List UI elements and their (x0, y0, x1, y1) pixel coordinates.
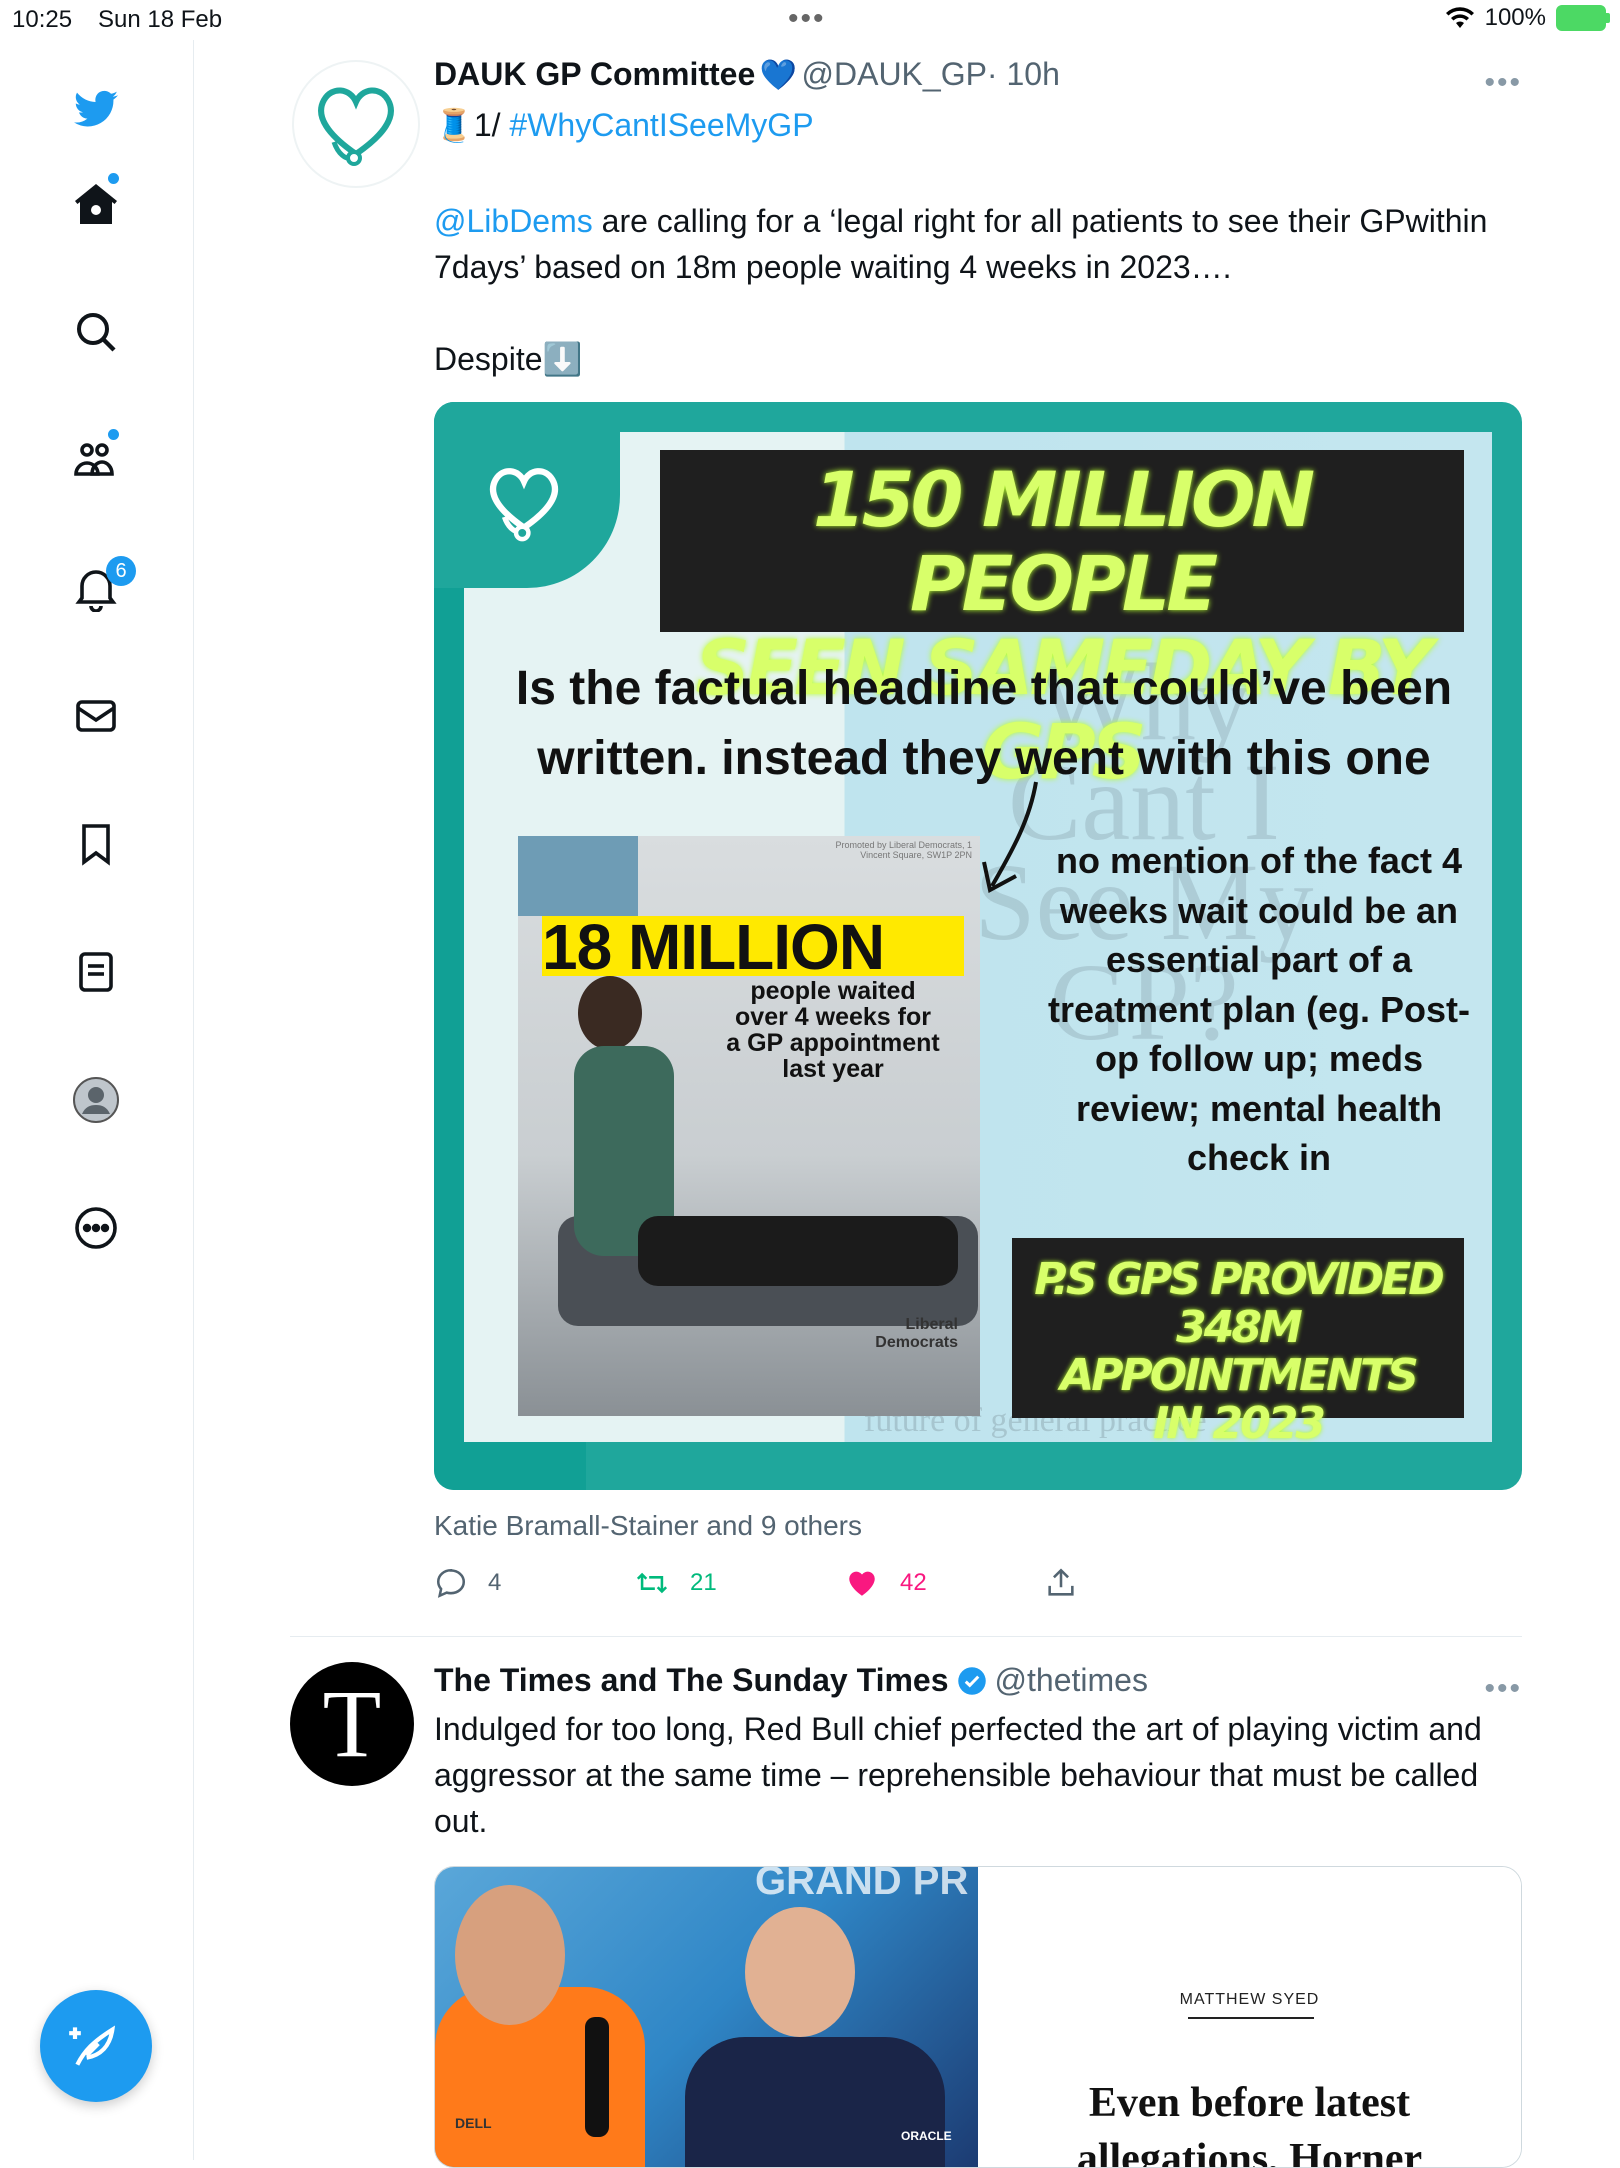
share-button[interactable] (1044, 1566, 1078, 1607)
tweet-text: are calling for a ‘legal right for all p… (434, 203, 1488, 285)
notifications-badge: 6 (106, 556, 136, 586)
sponsor-logo-dell: DELL (455, 2115, 492, 2131)
wifi-icon (1445, 7, 1474, 28)
communities-unread-dot (108, 429, 119, 440)
tweet-text: Indulged for too long, Red Bull chief pe… (434, 1711, 1482, 1839)
bookmarks-icon[interactable] (70, 818, 122, 870)
thetimes-avatar[interactable]: T (290, 1662, 414, 1786)
compose-tweet-button[interactable] (40, 1990, 152, 2102)
communities-icon[interactable] (70, 434, 122, 486)
reply-icon (436, 1568, 466, 1598)
note-text: no mention of the fact 4 weeks wait could… (1047, 840, 1471, 1178)
thread-label: 🧵1/ (434, 107, 510, 143)
retweet-icon (636, 1572, 668, 1594)
twitter-logo-icon[interactable] (70, 84, 122, 136)
tweet-more-icon[interactable]: ••• (1484, 1672, 1522, 1706)
article-byline: MATTHEW SYED (1179, 1991, 1320, 2008)
arrow-icon (982, 781, 1038, 894)
tweet-time: · 10h (986, 56, 1060, 92)
retweet-button[interactable]: 21 (634, 1566, 717, 1600)
search-icon[interactable] (70, 306, 122, 358)
like-count: 42 (900, 1569, 927, 1596)
tweet-image[interactable]: Why Cant I See My GP? future of general pra… (434, 402, 1522, 1490)
libdem-logo: Liberal Democrats (875, 1316, 958, 1351)
multitasking-dots-icon[interactable]: ••• (788, 2, 826, 36)
tweet-dauk[interactable]: DAUK GP Committee 💙 @DAUK_GP· 10h ••• 🧵1… (290, 56, 1522, 1636)
reply-button[interactable]: 4 (434, 1566, 501, 1600)
dauk-avatar[interactable] (292, 60, 420, 188)
libdem-ad-inset: Promoted by Liberal Democrats, 1 Vincent… (518, 836, 980, 1416)
heart-icon (849, 1571, 875, 1596)
ad-18-million: 18 MILLION (542, 911, 885, 983)
article-card[interactable]: GRAND PR DELL ORACLE MATTHEW SYED Even b… (434, 1866, 1522, 2168)
status-bar: 10:25 Sun 18 Feb ••• 100% (0, 0, 1620, 40)
status-date: Sun 18 Feb (98, 6, 223, 33)
headline-line-1: 150 MILLION PEOPLE (812, 455, 1315, 628)
profile-avatar-icon[interactable] (70, 1074, 122, 1126)
image-heart-logo-icon (489, 468, 559, 542)
like-button[interactable]: 42 (844, 1566, 927, 1600)
article-headline: Even before latest (1088, 2080, 1411, 2126)
hashtag-link[interactable]: #WhyCantISeeMyGP (509, 107, 813, 143)
sidebar: 6 (0, 40, 194, 2160)
status-time: 10:25 (12, 6, 73, 33)
dauk-stethoscope-heart-logo (318, 87, 394, 166)
headline-banner: 150 MILLION PEOPLE SEEN SAMEDAY BY GPS (660, 450, 1464, 794)
verified-badge-icon (957, 1666, 986, 1695)
share-icon (1048, 1568, 1074, 1596)
tweet-text-despite: Despite⬇️ (434, 341, 583, 377)
more-options-icon[interactable] (70, 1202, 122, 1254)
tweet-more-icon[interactable]: ••• (1484, 66, 1522, 100)
tweet-divider (290, 1636, 1522, 1637)
blue-heart-emoji: 💙 (759, 59, 798, 92)
home-icon[interactable] (70, 178, 122, 230)
byline-underline (1188, 2017, 1314, 2019)
tweet-author-name[interactable]: DAUK GP Committee (434, 56, 755, 92)
subtitle-line-1: Is the factual headline that could’ve be… (515, 662, 1453, 715)
tweet-thetimes[interactable]: T The Times and The Sunday Times @thetim… (290, 1662, 1522, 2168)
sponsor-logo-oracle: ORACLE (901, 2129, 952, 2143)
compose-feather-icon (69, 2025, 116, 2066)
ad-promo-text: Promoted by Liberal Democrats, 1 Vincent… (835, 840, 972, 860)
article-headline-2: allegations, Horner (1076, 2136, 1423, 2168)
battery-percent: 100% (1484, 4, 1546, 31)
tweet-author-handle[interactable]: @thetimes (995, 1662, 1148, 1699)
mention-link[interactable]: @LibDems (434, 203, 593, 239)
home-unread-dot (108, 173, 119, 184)
article-photo: GRAND PR DELL ORACLE (435, 1867, 978, 2167)
retweet-count: 21 (690, 1569, 717, 1596)
battery-icon (1556, 5, 1610, 31)
ps-banner: P.S GPS PROVIDED 348M APPOINTMENTS IN 2023 (1012, 1238, 1464, 1448)
article-banner-text: GRAND PR (755, 1866, 969, 1903)
reply-count: 4 (488, 1569, 502, 1596)
messages-icon[interactable] (70, 690, 122, 742)
lists-icon[interactable] (70, 946, 122, 998)
liked-by-text[interactable]: Katie Bramall-Stainer and 9 others (434, 1510, 862, 1542)
ad-caption: people waited over 4 weeks for a GP appoin… (726, 977, 940, 1083)
tweet-author-handle[interactable]: @DAUK_GP (802, 56, 987, 92)
tweet-author-name[interactable]: The Times and The Sunday Times (434, 1662, 949, 1699)
article-text-panel: MATTHEW SYED Even before latest allegati… (978, 1867, 1521, 2167)
